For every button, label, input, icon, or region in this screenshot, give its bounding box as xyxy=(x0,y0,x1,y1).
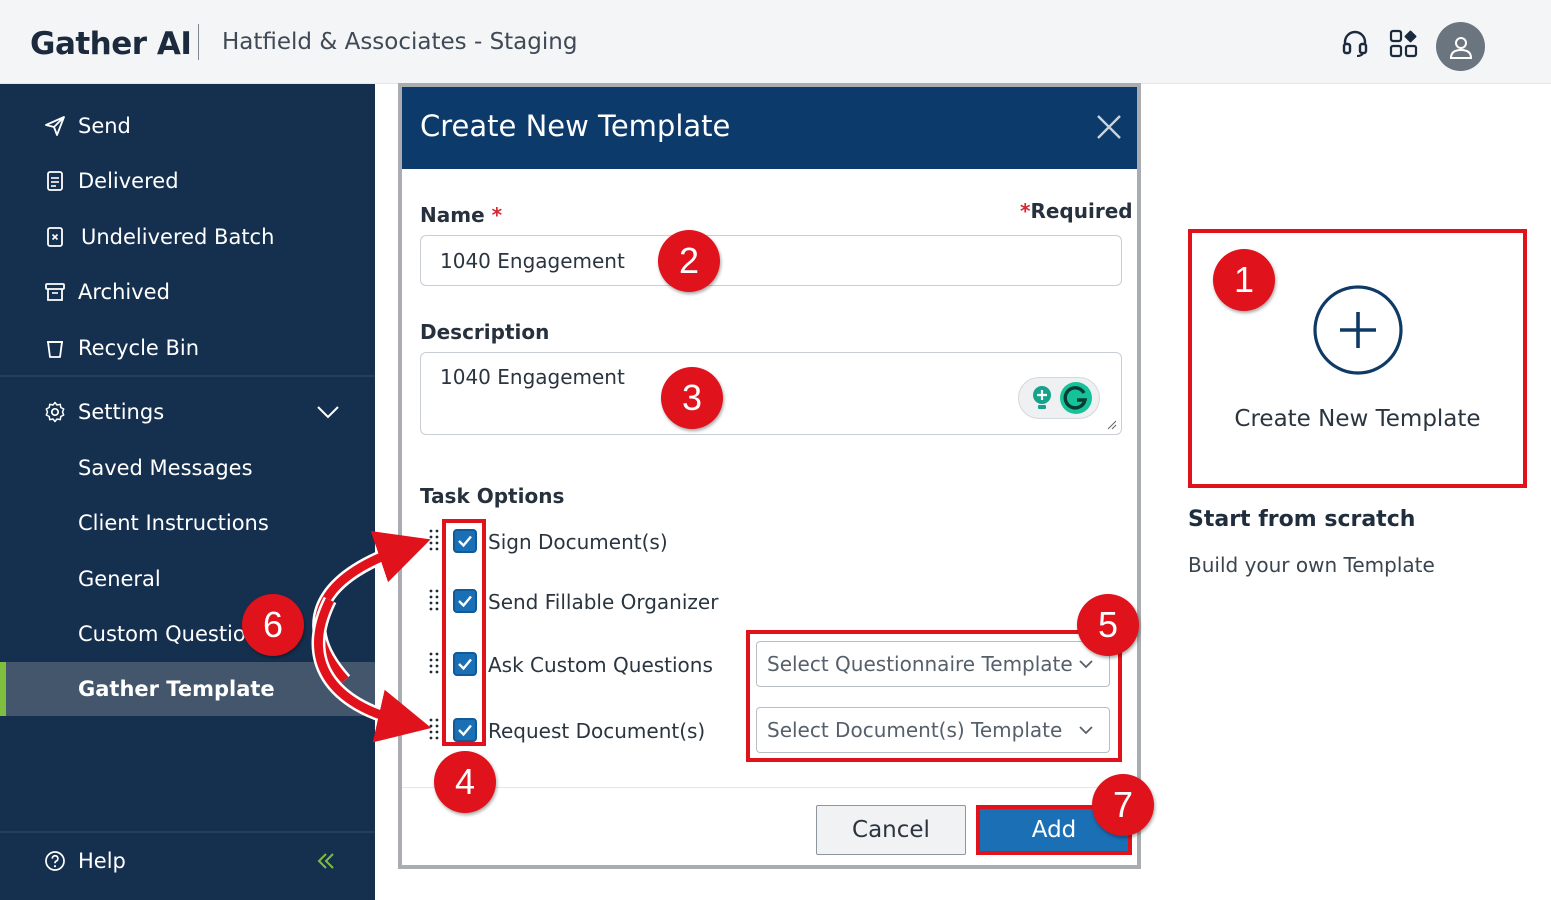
cancel-button[interactable]: Cancel xyxy=(816,805,966,855)
headset-icon[interactable] xyxy=(1340,28,1370,58)
modal-header: Create New Template xyxy=(402,87,1137,169)
sidebar-item-client-instructions[interactable]: Client Instructions xyxy=(0,498,375,548)
sidebar-item-recycle-bin[interactable]: Recycle Bin xyxy=(0,323,375,373)
sidebar-item-label: General xyxy=(78,567,161,591)
sidebar-item-undelivered-batch[interactable]: Undelivered Batch xyxy=(0,212,375,262)
drag-handle-icon[interactable] xyxy=(428,651,440,677)
annotation-badge-2: 2 xyxy=(658,230,720,292)
collapse-sidebar-icon[interactable] xyxy=(316,851,336,871)
archive-icon xyxy=(44,281,66,303)
card-title: Create New Template xyxy=(1234,406,1481,432)
start-from-scratch-subtitle: Build your own Template xyxy=(1188,553,1435,577)
brand-logo[interactable]: Gather AI xyxy=(30,26,192,62)
annotation-badge-7: 7 xyxy=(1092,774,1154,836)
sidebar-item-label: Help xyxy=(78,849,126,873)
required-star: * xyxy=(1020,199,1031,223)
lightbulb-icon xyxy=(1033,386,1051,409)
sidebar-divider xyxy=(0,375,375,377)
sidebar: Send Delivered Undelivered Batch Archive… xyxy=(0,84,375,900)
sidebar-item-label: Send xyxy=(78,114,131,138)
sidebar-item-help[interactable]: Help xyxy=(0,836,375,886)
sidebar-item-settings[interactable]: Settings xyxy=(0,387,375,437)
trash-icon xyxy=(44,337,66,359)
description-label: Description xyxy=(420,320,550,344)
sidebar-item-label: Recycle Bin xyxy=(78,336,200,360)
required-note: *Required xyxy=(1020,199,1133,223)
annotation-badge-1: 1 xyxy=(1213,249,1275,311)
sidebar-item-delivered[interactable]: Delivered xyxy=(0,156,375,206)
sidebar-item-label: Delivered xyxy=(78,169,179,193)
description-textarea[interactable]: 1040 Engagement xyxy=(420,352,1122,435)
custom-questions-label: Ask Custom Questions xyxy=(488,653,713,677)
sidebar-item-gather-template[interactable]: Gather Template xyxy=(0,662,375,716)
apps-grid-icon[interactable] xyxy=(1389,28,1419,58)
sidebar-item-custom-questions[interactable]: Custom Questions xyxy=(0,609,375,659)
sidebar-item-label: Saved Messages xyxy=(78,456,253,480)
name-input[interactable]: 1040 Engagement xyxy=(420,235,1122,286)
sidebar-item-label: Gather Template xyxy=(78,677,275,701)
description-value: 1040 Engagement xyxy=(440,365,625,389)
name-label: Name * xyxy=(420,203,502,227)
annotation-badge-4: 4 xyxy=(434,751,496,813)
user-icon xyxy=(1449,36,1472,59)
organization-name: Hatfield & Associates - Staging xyxy=(222,29,578,55)
close-icon[interactable] xyxy=(1095,113,1123,141)
sidebar-item-general[interactable]: General xyxy=(0,554,375,604)
add-circle-icon xyxy=(1313,285,1403,375)
undelivered-icon xyxy=(44,226,66,248)
task-row-sign: Sign Document(s) xyxy=(402,520,1137,560)
brand-divider xyxy=(198,24,199,60)
annotation-badge-5: 5 xyxy=(1077,594,1139,656)
annotation-badge-6: 6 xyxy=(242,594,304,656)
modal-footer-divider xyxy=(402,787,1137,788)
required-star: * xyxy=(491,203,503,227)
sidebar-item-label: Client Instructions xyxy=(78,511,269,535)
name-input-value: 1040 Engagement xyxy=(440,248,625,273)
name-label-text: Name xyxy=(420,203,485,227)
user-avatar[interactable] xyxy=(1436,22,1485,71)
sidebar-item-label: Undelivered Batch xyxy=(81,225,275,249)
resize-handle-icon[interactable] xyxy=(1107,420,1117,430)
drag-handle-icon[interactable] xyxy=(428,717,440,743)
chevron-down-icon[interactable] xyxy=(316,400,340,424)
task-row-organizer: Send Fillable Organizer xyxy=(402,580,1137,620)
top-bar: Gather AI Hatfield & Associates - Stagin… xyxy=(0,0,1551,84)
task-options-label: Task Options xyxy=(420,484,565,508)
fillable-organizer-label: Send Fillable Organizer xyxy=(488,590,719,614)
send-icon xyxy=(44,115,66,137)
sidebar-item-label: Settings xyxy=(78,400,165,424)
sidebar-item-label: Archived xyxy=(78,280,170,304)
drag-handle-icon[interactable] xyxy=(428,588,440,614)
required-text: Required xyxy=(1030,199,1133,223)
sign-document-label: Sign Document(s) xyxy=(488,530,668,554)
sidebar-item-saved-messages[interactable]: Saved Messages xyxy=(0,443,375,493)
annotation-checkbox-highlight xyxy=(442,519,486,746)
document-icon xyxy=(44,170,66,192)
request-documents-label: Request Document(s) xyxy=(488,719,706,743)
sidebar-item-archived[interactable]: Archived xyxy=(0,267,375,317)
sidebar-item-send[interactable]: Send xyxy=(0,101,375,151)
annotation-badge-3: 3 xyxy=(661,367,723,429)
modal-title: Create New Template xyxy=(420,109,731,143)
start-from-scratch-title: Start from scratch xyxy=(1188,507,1416,532)
annotation-select-highlight xyxy=(746,630,1122,762)
grammarly-icon xyxy=(1060,382,1092,414)
grammarly-widget[interactable] xyxy=(1018,377,1100,419)
sidebar-divider xyxy=(0,831,375,833)
drag-handle-icon[interactable] xyxy=(428,528,440,554)
help-icon xyxy=(44,850,66,872)
gear-icon xyxy=(44,401,66,423)
